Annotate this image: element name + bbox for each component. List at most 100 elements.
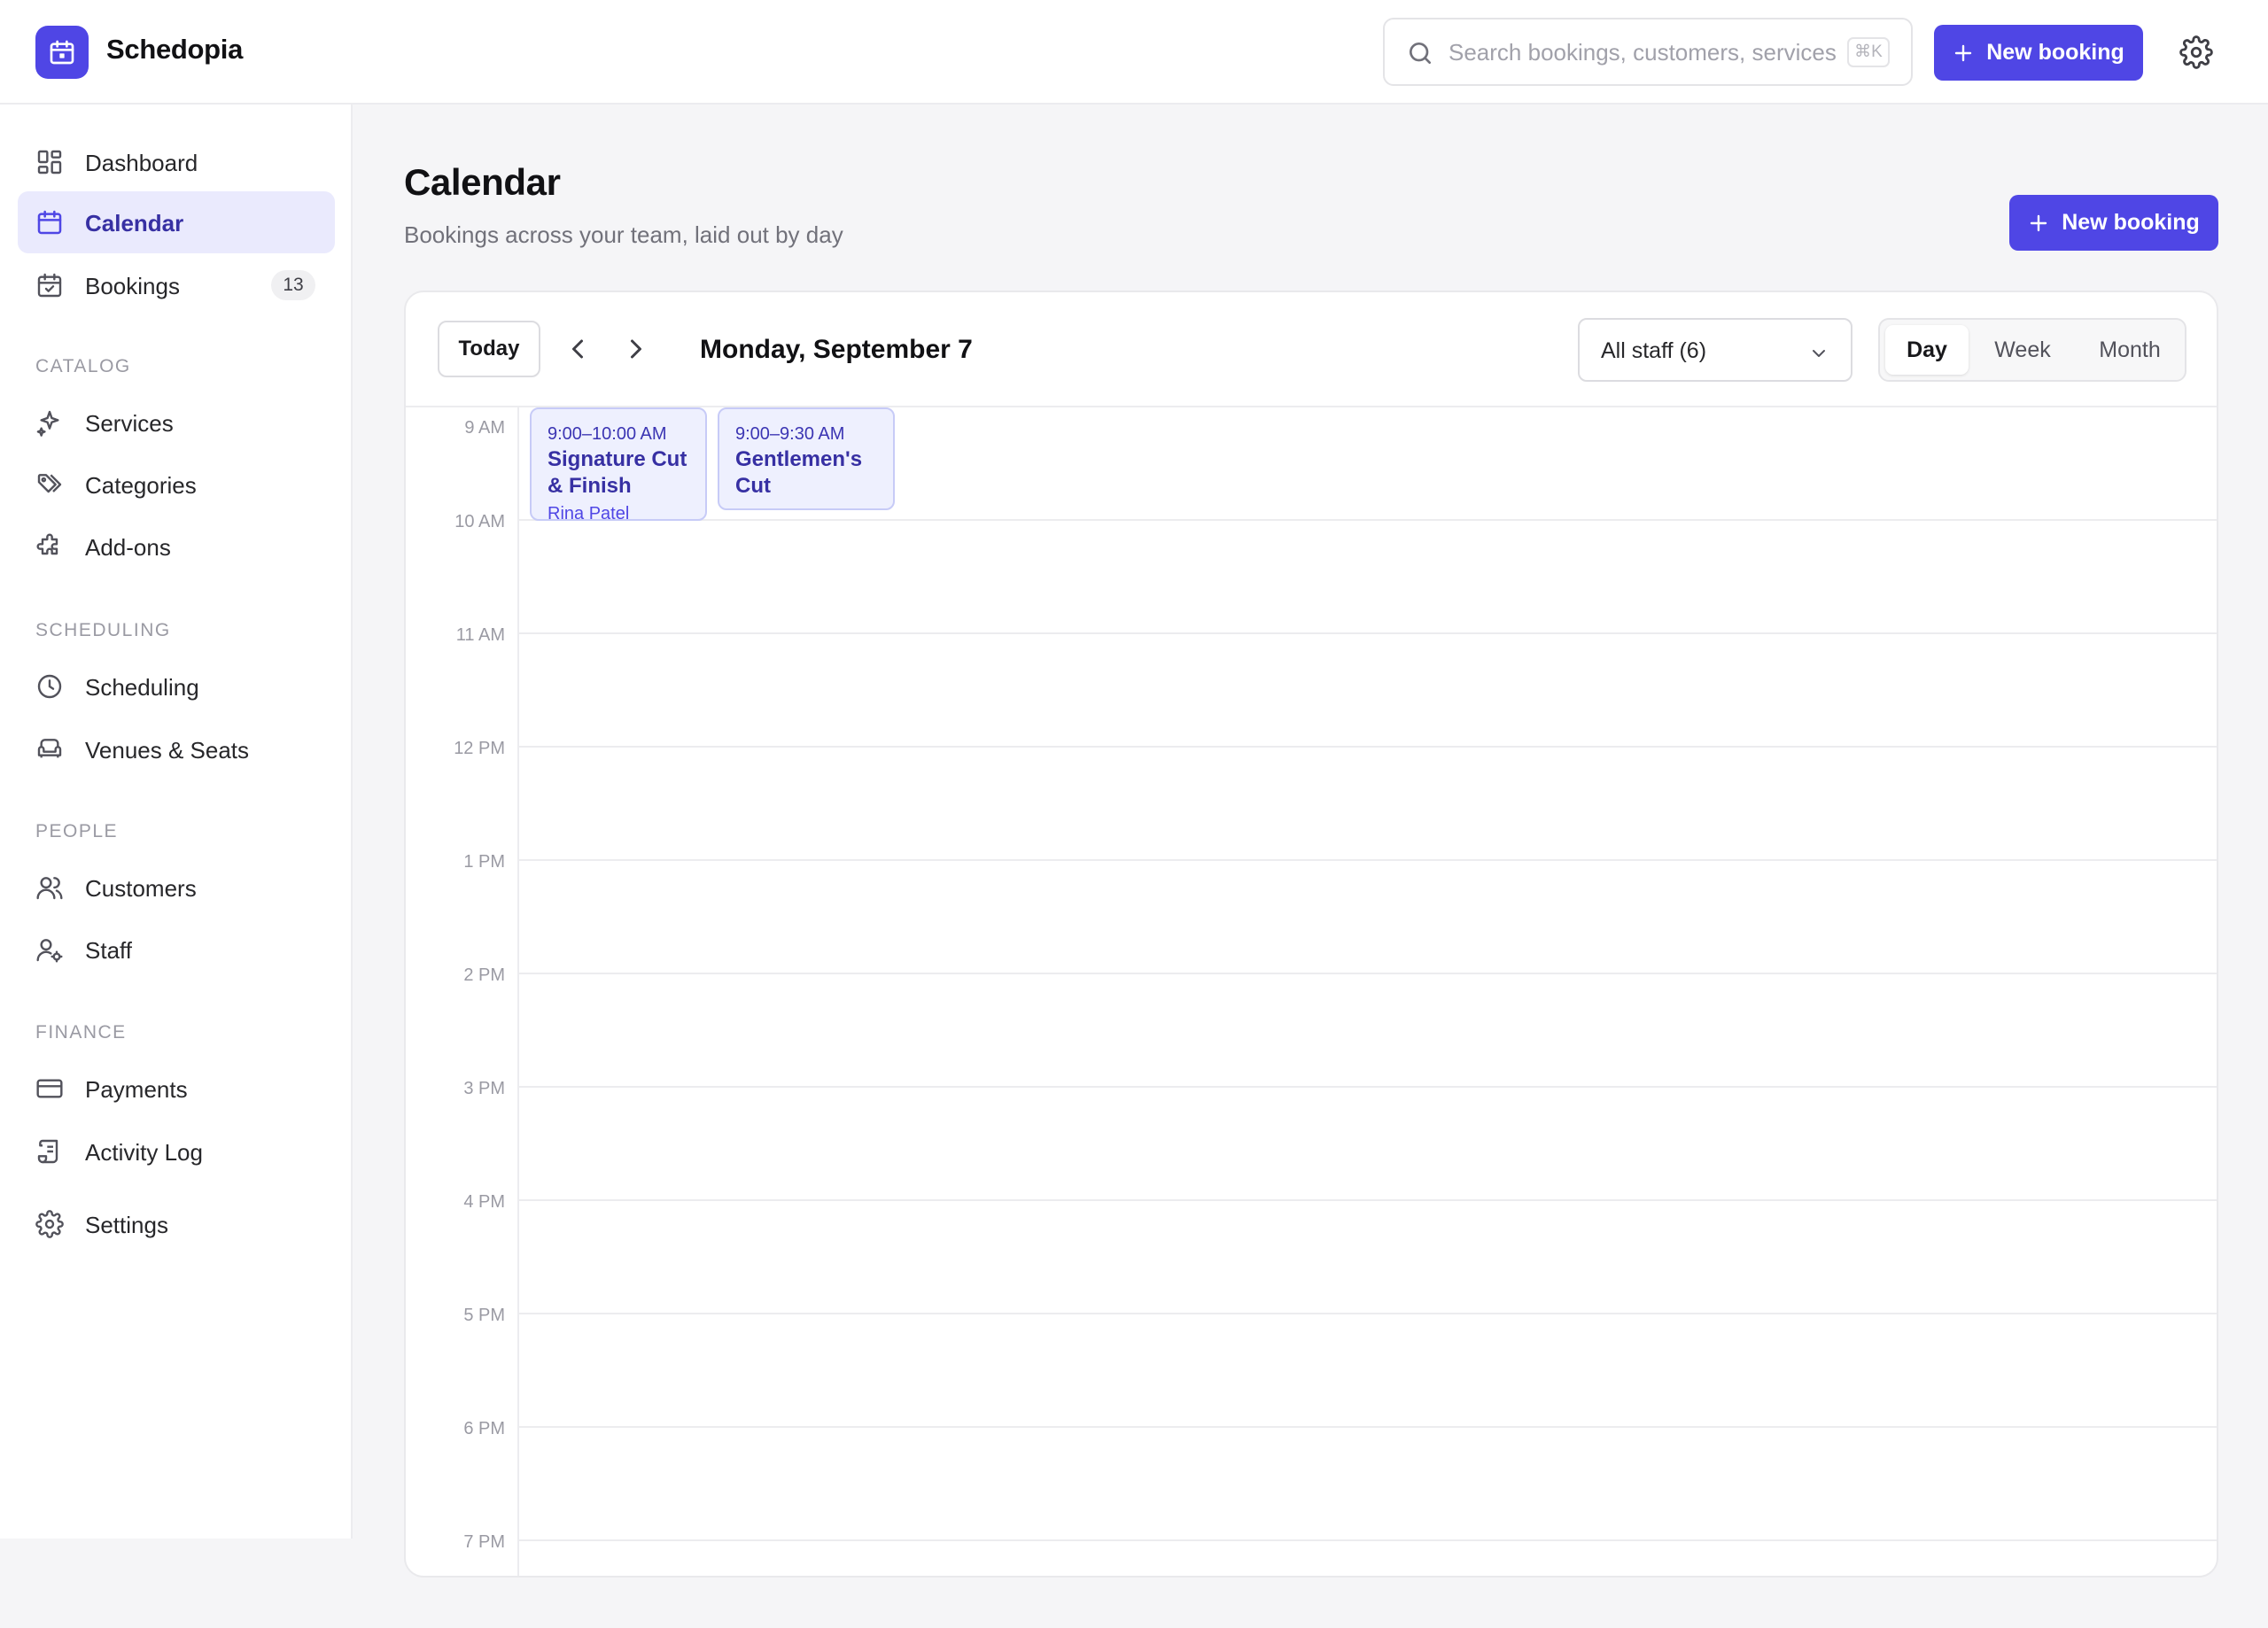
sparkles-icon	[36, 410, 59, 437]
new-booking-button-main[interactable]: New booking	[2009, 195, 2218, 251]
search-placeholder: Search bookings, customers, services	[1449, 39, 1837, 66]
view-day-tab[interactable]: Day	[1885, 325, 1969, 375]
search-icon	[1410, 43, 1431, 64]
sidebar-item-label: Activity Log	[85, 1139, 203, 1166]
armchair-icon	[37, 739, 62, 758]
gear-icon	[35, 1210, 64, 1238]
sidebar-item-staff[interactable]: Staff	[18, 919, 335, 981]
hour-label: 9 AM	[464, 418, 505, 438]
view-month-tab[interactable]: Month	[2077, 325, 2183, 375]
hour-label: 6 PM	[463, 1419, 505, 1438]
sidebar-item-venues-seats[interactable]: Venues & Seats	[18, 718, 335, 780]
booking-event-signature-cut[interactable]: 9:00–10:00 AM Signature Cut & Finish Rin…	[530, 407, 707, 521]
settings-gear-icon[interactable]	[2179, 35, 2213, 69]
section-label-catalog: CATALOG	[35, 356, 131, 376]
sidebar-item-settings[interactable]: Settings	[18, 1193, 335, 1255]
hour-label: 12 PM	[454, 739, 505, 758]
time-column-divider	[517, 407, 519, 1576]
hour-line	[519, 1199, 2217, 1201]
sidebar-item-calendar[interactable]: Calendar	[18, 191, 335, 253]
sidebar-item-label: Services	[85, 410, 174, 437]
chevron-right-icon[interactable]	[620, 333, 652, 365]
new-booking-label: New booking	[1986, 40, 2124, 65]
day-grid[interactable]: 9 AM 10 AM 11 AM 12 PM 1 PM 2 PM 3 PM 4 …	[406, 407, 2217, 1576]
hour-line	[519, 1086, 2217, 1088]
hour-label: 4 PM	[463, 1192, 505, 1212]
sidebar-item-label: Dashboard	[85, 150, 198, 176]
credit-card-icon	[36, 1079, 63, 1098]
sidebar-item-add-ons[interactable]: Add-ons	[18, 516, 335, 578]
search-shortcut-hint: ⌘K	[1847, 37, 1890, 67]
sidebar-item-categories[interactable]: Categories	[18, 454, 335, 516]
current-date-label: Monday, September 7	[700, 335, 973, 364]
new-booking-button[interactable]: New booking	[1934, 25, 2143, 81]
sidebar-item-activity-log[interactable]: Activity Log	[18, 1120, 335, 1182]
hour-label: 11 AM	[455, 625, 505, 645]
user-cog-icon	[36, 939, 63, 963]
page-title: Calendar	[404, 161, 561, 203]
event-time: 9:00–9:30 AM	[735, 424, 845, 444]
staff-filter-value: All staff (6)	[1601, 338, 1707, 363]
chevron-left-icon[interactable]	[562, 333, 594, 365]
sidebar-item-scheduling[interactable]: Scheduling	[18, 655, 335, 717]
hour-line	[519, 973, 2217, 974]
section-label-people: PEOPLE	[35, 821, 119, 841]
booking-event-gentlemens-cut[interactable]: 9:00–9:30 AM Gentlemen's Cut	[718, 407, 895, 510]
hour-label: 2 PM	[463, 965, 505, 985]
puzzle-icon	[36, 533, 58, 555]
hour-line	[519, 1426, 2217, 1428]
sidebar-item-bookings[interactable]: Bookings 13	[18, 254, 335, 316]
sidebar-item-label: Scheduling	[85, 674, 199, 701]
today-button[interactable]: Today	[438, 321, 540, 377]
event-time: 9:00–10:00 AM	[548, 424, 667, 444]
hour-label: 10 AM	[454, 512, 505, 531]
bookings-count-badge: 13	[271, 270, 315, 300]
hour-line	[519, 519, 2217, 521]
sidebar-item-label: Staff	[85, 937, 133, 964]
calendar-icon	[37, 210, 62, 235]
event-title: Signature Cut & Finish	[548, 447, 687, 498]
hour-line	[519, 859, 2217, 861]
hour-label: 1 PM	[463, 852, 505, 872]
hour-line	[519, 746, 2217, 748]
sidebar-item-label: Add-ons	[85, 534, 171, 561]
sidebar-item-label: Customers	[85, 875, 197, 902]
hour-label: 3 PM	[463, 1079, 505, 1098]
event-staff: Rina Patel	[548, 504, 630, 521]
hour-line	[519, 1539, 2217, 1541]
chevron-down-icon	[1813, 350, 1825, 357]
section-label-scheduling: SCHEDULING	[35, 620, 171, 640]
sidebar-item-services[interactable]: Services	[18, 391, 335, 454]
users-icon	[36, 877, 63, 900]
hour-line	[519, 632, 2217, 634]
sidebar-item-payments[interactable]: Payments	[18, 1058, 335, 1120]
sidebar-item-customers[interactable]: Customers	[18, 857, 335, 919]
view-toggle: Day Week Month	[1878, 318, 2186, 382]
sidebar-item-dashboard[interactable]: Dashboard	[18, 131, 335, 193]
calendar-logo-icon	[50, 40, 74, 65]
page-subtitle: Bookings across your team, laid out by d…	[404, 221, 843, 248]
sidebar-item-label: Venues & Seats	[85, 737, 250, 764]
view-week-tab[interactable]: Week	[1972, 325, 2073, 375]
tags-icon	[37, 474, 62, 493]
plus-icon	[1955, 44, 1972, 61]
calendar-toolbar: Today Monday, September 7 All staff (6) …	[406, 292, 2217, 407]
dashboard-icon	[37, 150, 62, 174]
hour-label: 7 PM	[463, 1532, 505, 1552]
calendar-check-icon	[37, 273, 62, 298]
calendar-card: Today Monday, September 7 All staff (6) …	[404, 291, 2218, 1578]
search-input[interactable]: Search bookings, customers, services ⌘K	[1383, 18, 1913, 86]
app-name: Schedopia	[106, 34, 244, 65]
sidebar-item-label: Calendar	[85, 210, 184, 236]
event-title: Gentlemen's Cut	[735, 447, 863, 498]
sidebar-item-label: Categories	[85, 472, 197, 499]
plus-icon	[2031, 214, 2047, 231]
sidebar-item-label: Payments	[85, 1076, 188, 1103]
app-logo[interactable]	[35, 26, 89, 79]
clock-icon	[37, 674, 62, 699]
sidebar: Dashboard Calendar Bookings 13 CATALOG S…	[0, 105, 353, 1539]
hour-line	[519, 1313, 2217, 1314]
staff-filter-select[interactable]: All staff (6)	[1578, 318, 1852, 382]
sidebar-item-label: Bookings	[85, 273, 180, 299]
sidebar-item-label: Settings	[85, 1212, 168, 1238]
